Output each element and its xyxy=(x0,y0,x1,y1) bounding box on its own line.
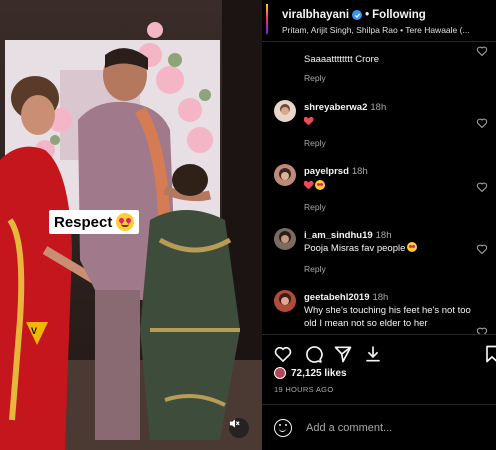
like-comment-heart-icon[interactable] xyxy=(476,243,488,255)
reply-button[interactable]: Reply xyxy=(304,73,326,83)
avatar[interactable] xyxy=(274,228,296,250)
share-send-icon[interactable] xyxy=(333,344,353,364)
avatar[interactable] xyxy=(274,100,296,122)
liker-avatar xyxy=(274,367,286,379)
comment-text: Pooja Misras fav people xyxy=(304,242,482,255)
reply-button[interactable]: Reply xyxy=(304,138,326,148)
emoji-picker-icon[interactable] xyxy=(274,419,292,437)
comment-username[interactable]: geetabehl2019 18h xyxy=(304,292,388,303)
svg-text:V: V xyxy=(31,326,37,336)
comment-time: 18h xyxy=(370,102,387,113)
red-heart-emoji-icon xyxy=(304,181,313,190)
add-comment-row xyxy=(262,404,496,450)
red-heart-emoji-icon xyxy=(304,117,313,126)
comment-username[interactable]: i_am_sindhu19 18h xyxy=(304,230,392,241)
download-icon[interactable] xyxy=(363,344,383,364)
comment-time: 18h xyxy=(375,230,392,241)
post-header: viralbhayani • Following Pritam, Arijit … xyxy=(262,0,496,42)
like-comment-heart-icon[interactable] xyxy=(476,181,488,193)
reply-button[interactable]: Reply xyxy=(304,202,326,212)
muted-speaker-icon xyxy=(229,419,240,428)
post-timestamp[interactable]: 19 HOURS AGO xyxy=(274,385,333,394)
avatar[interactable] xyxy=(274,164,296,186)
mute-button[interactable] xyxy=(229,418,249,438)
like-comment-heart-icon[interactable] xyxy=(476,326,488,334)
reply-button[interactable]: Reply xyxy=(304,264,326,274)
likes-count[interactable]: 72,125 likes xyxy=(291,368,347,379)
comment-username[interactable]: payelprsd 18h xyxy=(304,166,368,177)
post-username[interactable]: viralbhayani xyxy=(282,9,349,21)
add-comment-input[interactable] xyxy=(306,419,486,437)
comment-username[interactable]: shreyaberwa2 18h xyxy=(304,102,386,113)
story-ring xyxy=(266,4,268,34)
comment-time: 18h xyxy=(372,292,389,303)
comment-text xyxy=(304,180,482,193)
heart-eyes-emoji-icon xyxy=(116,213,135,231)
post-media[interactable]: V Respect xyxy=(0,0,262,450)
header-separator: • xyxy=(365,9,370,21)
comment-bubble-icon[interactable] xyxy=(303,344,323,364)
like-heart-icon[interactable] xyxy=(273,344,293,364)
avatar[interactable] xyxy=(274,290,296,312)
header-user-row: viralbhayani • Following xyxy=(282,9,426,21)
audio-attribution[interactable]: Pritam, Arijit Singh, Shilpa Rao • Tere … xyxy=(282,25,494,35)
comment-text xyxy=(304,116,482,129)
comments-list: Saaaatttttttt Crore Reply shreyaberwa2 18… xyxy=(262,42,496,334)
heart-eyes-emoji-icon xyxy=(315,180,325,190)
following-button[interactable]: Following xyxy=(372,9,426,21)
likes-row[interactable]: 72,125 likes xyxy=(274,367,347,379)
heart-eyes-emoji-icon xyxy=(407,242,418,252)
like-comment-heart-icon[interactable] xyxy=(476,117,488,129)
save-bookmark-icon[interactable] xyxy=(482,344,496,364)
comment-text: Saaaatttttttt Crore xyxy=(304,54,379,65)
comment-text: Why she's touching his feet he's not too… xyxy=(304,305,471,329)
post-details-panel: viralbhayani • Following Pritam, Arijit … xyxy=(262,0,496,450)
verified-badge-icon xyxy=(352,10,363,20)
comment-time: 18h xyxy=(351,166,368,177)
respect-sticker-text: Respect xyxy=(54,213,113,231)
like-comment-heart-icon[interactable] xyxy=(476,45,488,57)
respect-sticker: Respect xyxy=(49,210,140,234)
